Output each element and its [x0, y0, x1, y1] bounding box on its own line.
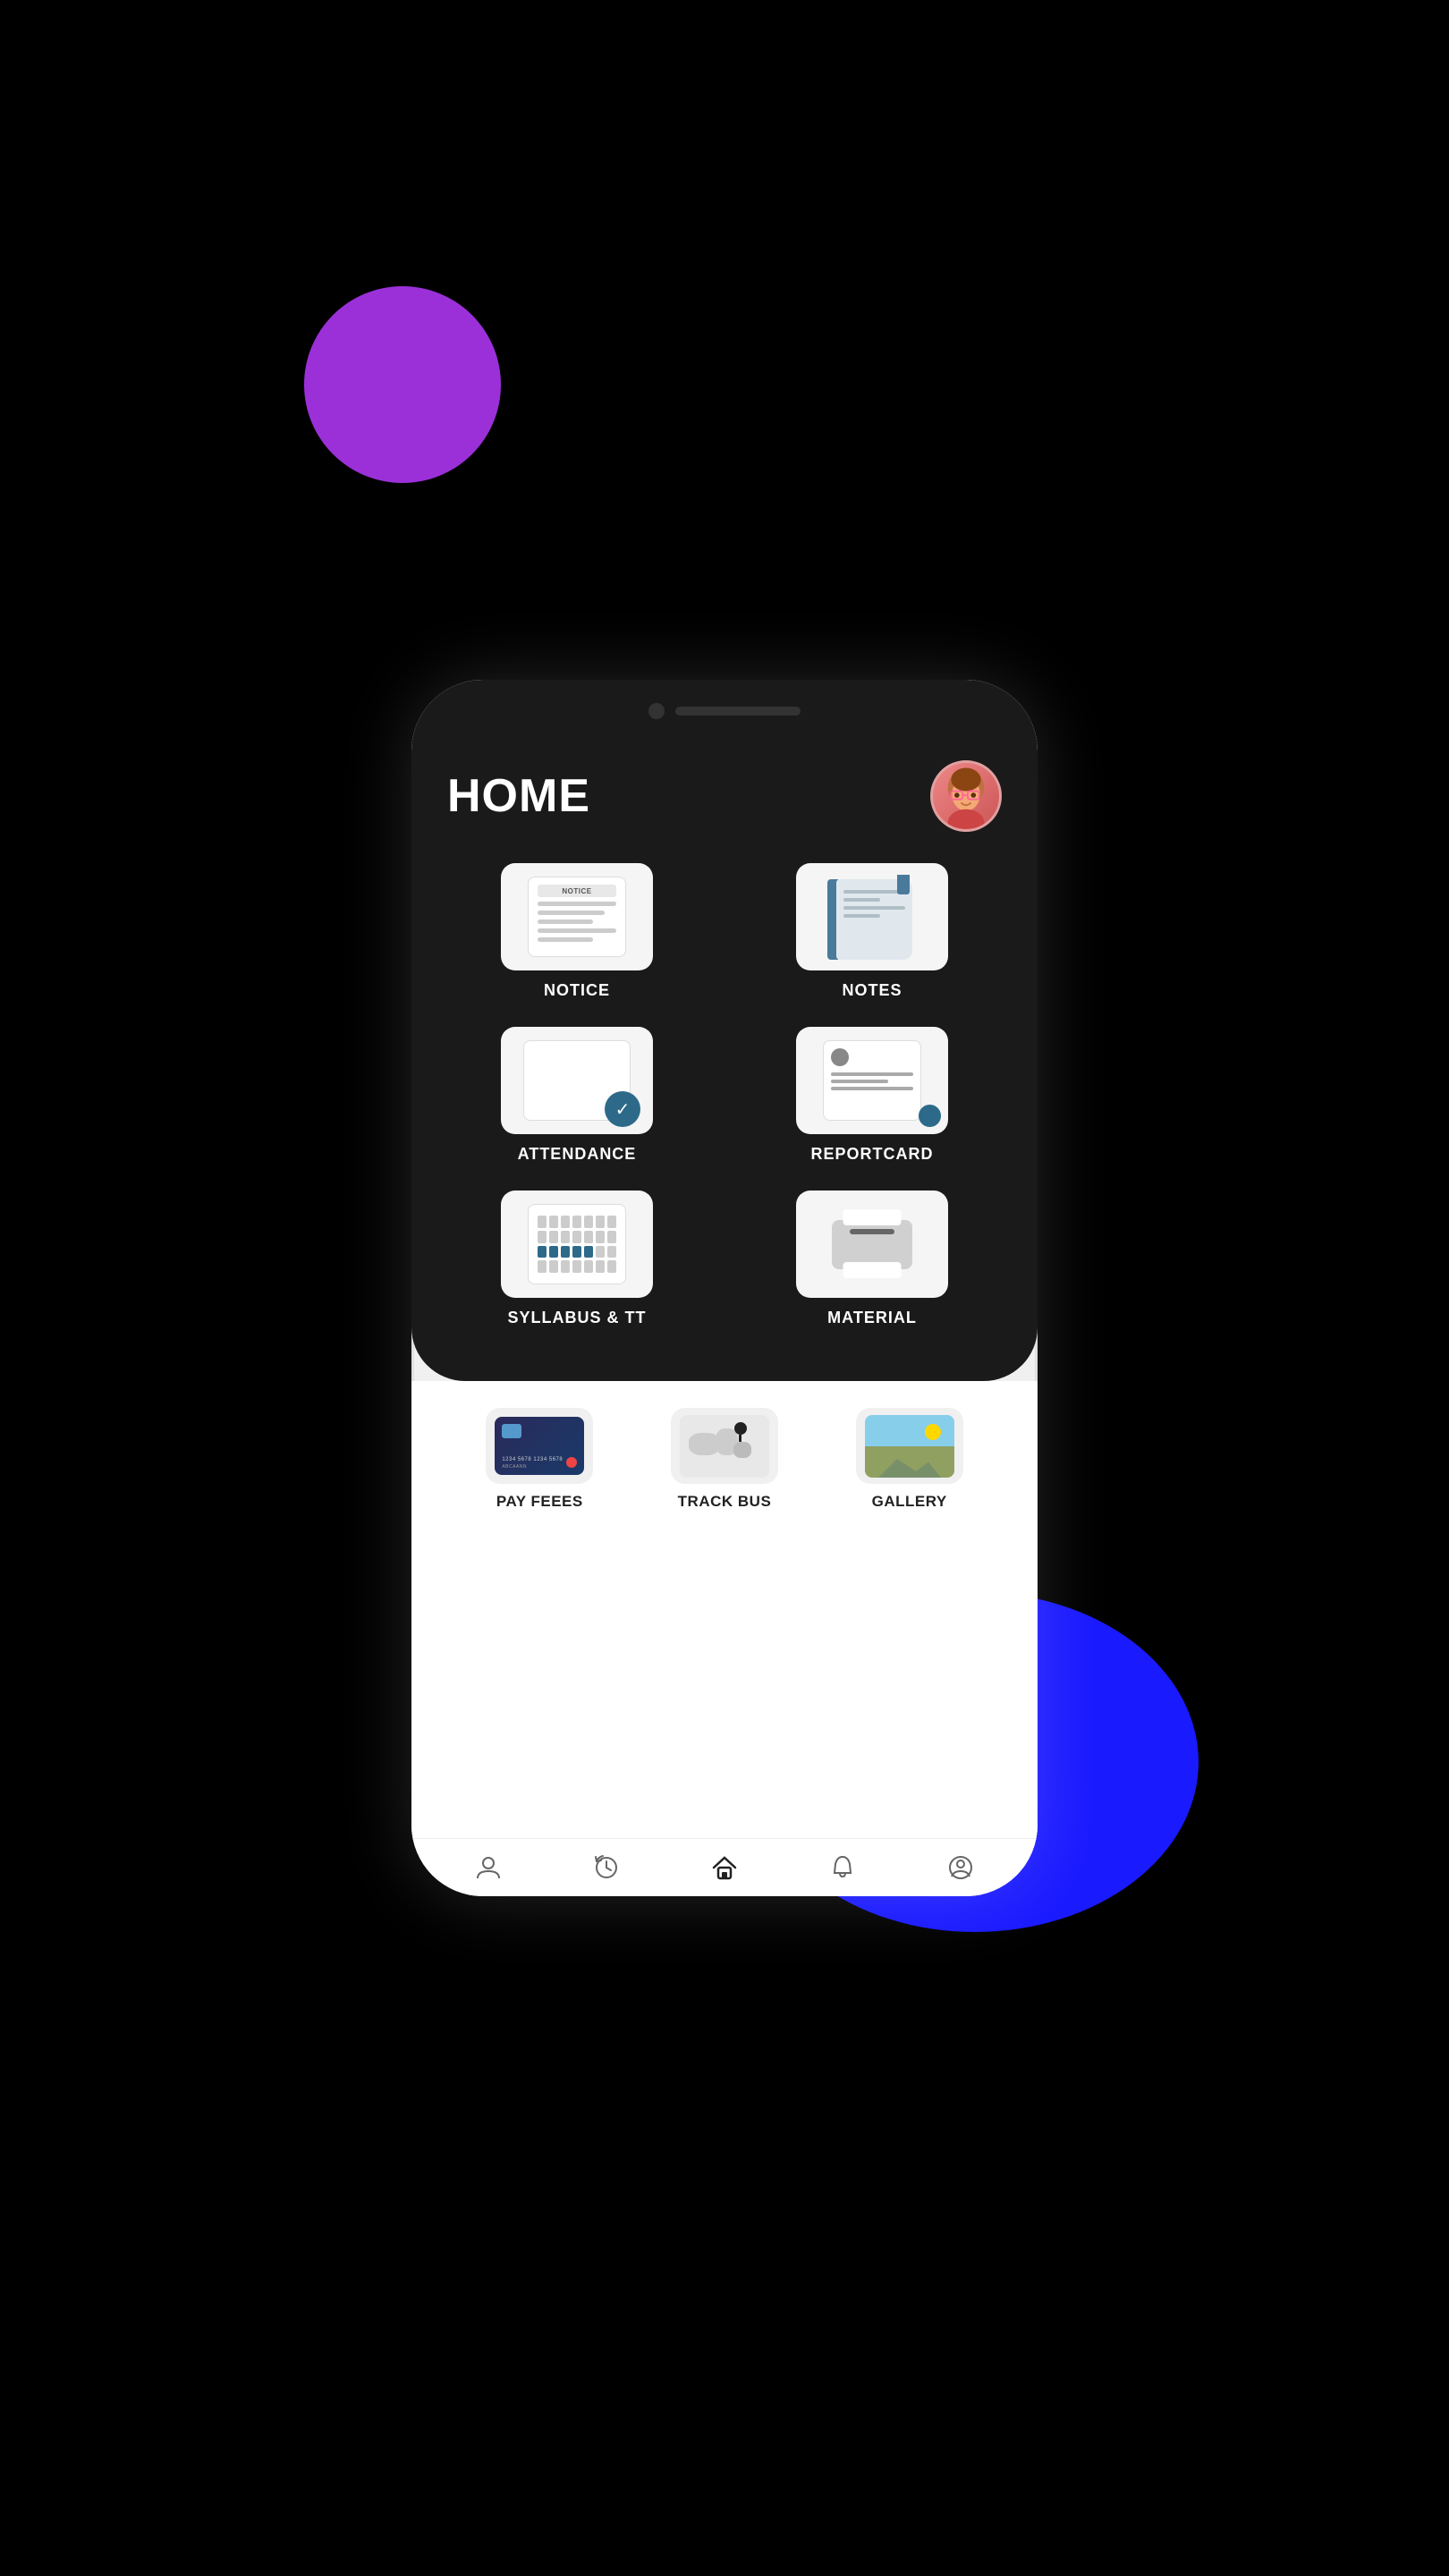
printer-out-paper: [843, 1262, 902, 1278]
grid-item-reportcard[interactable]: REPORTCARD: [742, 1027, 1002, 1164]
notes-label: NOTES: [842, 981, 902, 1000]
gallery-sun: [925, 1424, 941, 1440]
reportcard-icon-box: [796, 1027, 948, 1134]
notes-line-2: [843, 898, 880, 902]
rc-avatar: [831, 1048, 849, 1066]
account-icon: [946, 1853, 975, 1882]
notes-bookmark: [897, 875, 910, 894]
rc-seal: [919, 1105, 941, 1127]
grid-item-syllabus[interactable]: SYLLABUS & TT: [447, 1191, 707, 1327]
camera-dot: [648, 703, 665, 719]
syllabus-icon: [528, 1204, 626, 1284]
bell-icon: [828, 1853, 857, 1882]
rc-line-2: [831, 1080, 888, 1083]
map-background: [680, 1415, 769, 1478]
avatar-image: [933, 760, 999, 832]
notice-icon: NOTICE: [528, 877, 626, 957]
phone-screen: HOME: [411, 733, 1038, 1896]
bottom-item-track-bus[interactable]: TRACK BUS: [671, 1408, 778, 1511]
grid-item-notes[interactable]: NOTES: [742, 863, 1002, 1000]
notice-line-1: [538, 902, 616, 906]
notes-line-4: [843, 914, 880, 918]
reportcard-icon: [823, 1040, 921, 1121]
pay-fees-icon-box: 1234 5678 1234 5678 ABCAANN: [486, 1408, 593, 1484]
map-pin-tail: [739, 1435, 741, 1442]
card-logo: [566, 1457, 577, 1468]
bottom-icons-row: 1234 5678 1234 5678 ABCAANN PAY FEEES: [438, 1408, 1011, 1511]
phone-notch: [411, 680, 1038, 733]
map-pin: [734, 1422, 747, 1442]
attendance-label: ATTENDANCE: [518, 1145, 637, 1164]
notes-line-3: [843, 906, 905, 910]
bottom-nav: [411, 1838, 1038, 1896]
notice-label: NOTICE: [544, 981, 610, 1000]
gallery-label: GALLERY: [872, 1493, 947, 1511]
bottom-item-gallery[interactable]: GALLERY: [856, 1408, 963, 1511]
page-title: HOME: [447, 769, 590, 823]
notice-doc-header: NOTICE: [538, 885, 616, 897]
home-icon: [710, 1853, 739, 1882]
card-chip: [502, 1424, 521, 1438]
notch-bar: [675, 707, 801, 716]
avatar[interactable]: [930, 760, 1002, 832]
notice-icon-box: NOTICE: [501, 863, 653, 970]
notice-line-4: [538, 928, 616, 933]
nav-item-account[interactable]: [937, 1850, 984, 1885]
phone-frame: HOME: [411, 680, 1038, 1896]
notes-line-1: [843, 890, 905, 894]
dark-section: HOME: [411, 733, 1038, 1381]
material-icon: [823, 1204, 921, 1284]
notice-line-2: [538, 911, 605, 915]
attendance-icon: ✓: [523, 1040, 631, 1121]
attendance-check-mark: ✓: [605, 1091, 640, 1127]
nav-item-home[interactable]: [701, 1850, 748, 1885]
track-bus-icon: [680, 1415, 769, 1478]
header-row: HOME: [447, 760, 1002, 832]
gallery-mountains-svg: [865, 1453, 954, 1478]
blob-purple: [304, 286, 501, 483]
history-icon: [592, 1853, 621, 1882]
printer-slot: [850, 1229, 894, 1234]
printer-body: [832, 1220, 912, 1269]
gallery-icon-box: [856, 1408, 963, 1484]
reportcard-label: REPORTCARD: [810, 1145, 933, 1164]
syllabus-icon-box: [501, 1191, 653, 1298]
track-bus-icon-box: [671, 1408, 778, 1484]
material-icon-box: [796, 1191, 948, 1298]
notes-icon: [827, 875, 917, 960]
notice-line-5: [538, 937, 593, 942]
printer-top-paper: [843, 1209, 902, 1225]
material-label: MATERIAL: [827, 1309, 917, 1327]
notes-icon-box: [796, 863, 948, 970]
nav-item-profile[interactable]: [465, 1850, 512, 1885]
pay-fees-card: 1234 5678 1234 5678 ABCAANN: [495, 1417, 584, 1475]
card-number: 1234 5678 1234 5678: [502, 1457, 563, 1462]
gallery-icon: [865, 1415, 954, 1478]
card-holder-name: ABCAANN: [502, 1464, 527, 1470]
grid-item-notice[interactable]: NOTICE NOTICE: [447, 863, 707, 1000]
pay-fees-label: PAY FEEES: [496, 1493, 583, 1511]
syllabus-label: SYLLABUS & TT: [508, 1309, 647, 1327]
light-section: 1234 5678 1234 5678 ABCAANN PAY FEEES: [411, 1381, 1038, 1838]
rc-line-3: [831, 1087, 913, 1090]
main-grid: NOTICE NOTICE: [447, 863, 1002, 1327]
nav-item-notifications[interactable]: [819, 1850, 866, 1885]
map-shape-3: [733, 1442, 751, 1458]
map-pin-head: [734, 1422, 747, 1435]
track-bus-label: TRACK BUS: [678, 1493, 772, 1511]
attendance-icon-box: ✓: [501, 1027, 653, 1134]
bottom-item-pay-fees[interactable]: 1234 5678 1234 5678 ABCAANN PAY FEEES: [486, 1408, 593, 1511]
rc-line-1: [831, 1072, 913, 1076]
grid-item-material[interactable]: MATERIAL: [742, 1191, 1002, 1327]
grid-item-attendance[interactable]: ✓ ATTENDANCE: [447, 1027, 707, 1164]
nav-item-history[interactable]: [583, 1850, 630, 1885]
profile-icon: [474, 1853, 503, 1882]
notice-line-3: [538, 919, 593, 924]
